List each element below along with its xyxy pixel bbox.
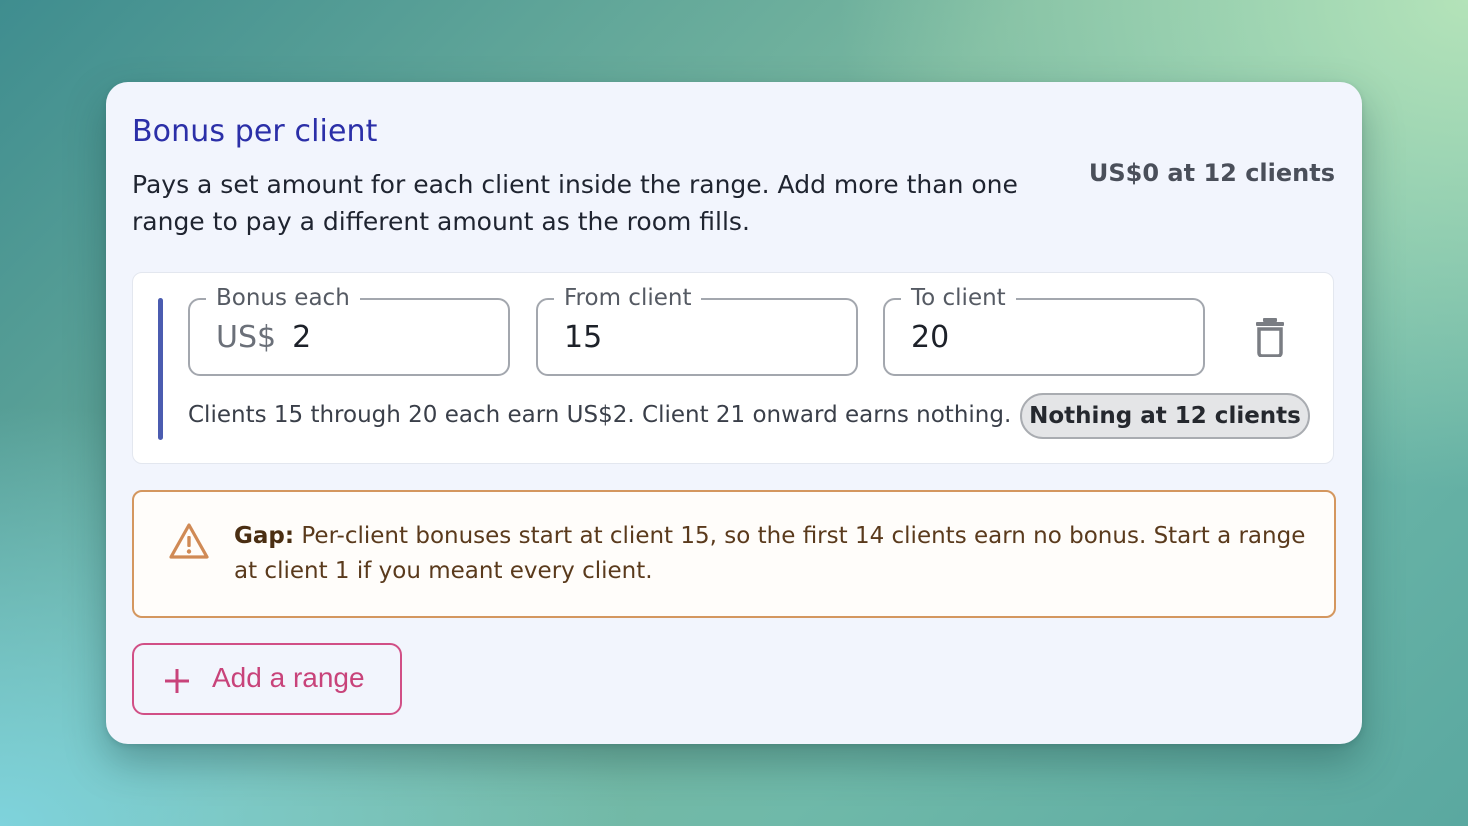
currency-prefix: US$: [216, 320, 277, 355]
bonus-each-field[interactable]: Bonus each US$ 2: [188, 284, 510, 376]
from-client-field[interactable]: From client 15: [536, 284, 858, 376]
warning-triangle-icon: [168, 522, 210, 560]
to-client-label: To client: [901, 284, 1016, 312]
from-client-label: From client: [554, 284, 702, 312]
bonus-each-input[interactable]: US$ 2: [216, 320, 311, 356]
bonus-each-label: Bonus each: [206, 284, 360, 312]
range-accent-bar: [158, 298, 163, 440]
plus-icon: [164, 668, 190, 694]
status-badge: Nothing at 12 clients: [1020, 393, 1310, 439]
summary-total: US$0 at 12 clients: [1088, 159, 1335, 187]
to-client-field[interactable]: To client 20: [883, 284, 1205, 376]
warning-text: Per-client bonuses start at client 15, s…: [234, 523, 1306, 584]
warning-label: Gap:: [234, 523, 295, 549]
card-title: Bonus per client: [132, 114, 378, 149]
to-client-input[interactable]: 20: [911, 320, 949, 356]
card-description: Pays a set amount for each client inside…: [132, 170, 1018, 236]
range-explanation: Clients 15 through 20 each earn US$2. Cl…: [188, 402, 1012, 428]
add-range-button[interactable]: Add a range: [132, 643, 402, 715]
bonus-per-client-card: Bonus per client Pays a set amount for e…: [106, 82, 1362, 744]
trash-icon[interactable]: [1254, 317, 1286, 358]
bonus-each-value[interactable]: 2: [292, 320, 311, 355]
gap-warning: Gap: Per-client bonuses start at client …: [132, 490, 1336, 618]
warning-message: Gap: Per-client bonuses start at client …: [234, 519, 1314, 589]
range-row: Bonus each US$ 2 From client 15 To client…: [132, 272, 1334, 464]
add-range-label: Add a range: [212, 662, 365, 693]
from-client-input[interactable]: 15: [564, 320, 602, 356]
